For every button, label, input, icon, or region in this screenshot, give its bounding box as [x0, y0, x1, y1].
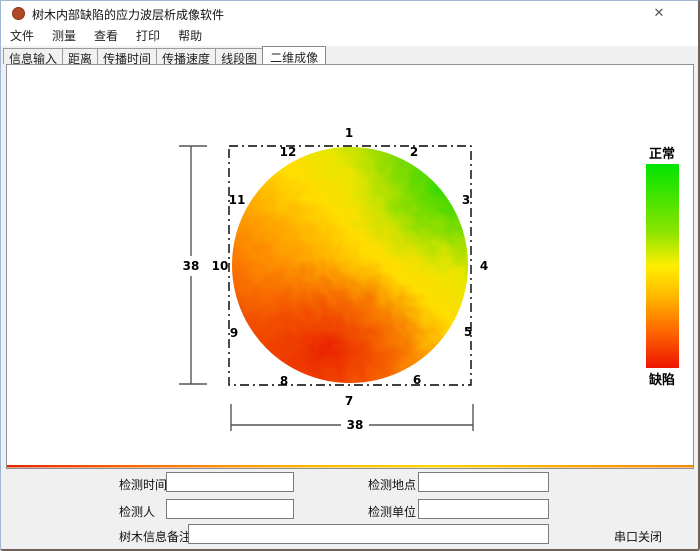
menu-bar: 文件 测量 查看 打印 帮助: [1, 25, 698, 46]
detect-unit-input[interactable]: [418, 499, 549, 519]
detect-time-label: 检测时间: [119, 476, 167, 493]
legend-normal-label: 正常: [649, 146, 675, 162]
menu-item-view[interactable]: 查看: [85, 25, 127, 46]
menu-item-help[interactable]: 帮助: [169, 25, 211, 46]
sensor-label-12: 12: [280, 145, 297, 159]
serial-port-status: 串口关闭: [614, 528, 662, 545]
detection-form: 检测时间 检测地点 检测人 检测单位 树木信息备注 串口关闭: [1, 469, 698, 551]
detect-place-label: 检测地点: [368, 476, 416, 493]
menu-item-measure[interactable]: 测量: [43, 25, 85, 46]
sensor-label-5: 5: [464, 325, 472, 339]
sensor-label-2: 2: [410, 145, 418, 159]
title-bar: 树木内部缺陷的应力波层析成像软件 ✕: [1, 1, 698, 25]
tab-bar: 信息输入 距离 传播时间 传播速度 线段图 二维成像: [1, 46, 698, 64]
sensor-label-9: 9: [230, 326, 238, 340]
tree-remarks-label: 树木信息备注: [119, 528, 191, 545]
detect-person-label: 检测人: [119, 503, 155, 520]
sensor-label-1: 1: [345, 126, 353, 140]
width-dimension-label: 38: [347, 418, 364, 432]
tomogram-image: 38 38 1 2 3 4 5 6 7 8 9 10 11: [7, 65, 693, 468]
sensor-label-8: 8: [280, 374, 288, 388]
sensor-label-10: 10: [212, 259, 229, 273]
detect-unit-label: 检测单位: [368, 503, 416, 520]
tab-propagation-time[interactable]: 传播时间: [97, 48, 157, 64]
legend-defect-label: 缺陷: [648, 372, 675, 388]
tab-distance[interactable]: 距离: [62, 48, 98, 64]
sensor-label-6: 6: [413, 373, 421, 387]
tomogram-canvas: 38 38 1 2 3 4 5 6 7 8 9 10 11: [6, 64, 694, 469]
sensor-label-11: 11: [229, 193, 246, 207]
tab-2d-imaging[interactable]: 二维成像: [262, 46, 326, 64]
tab-propagation-speed[interactable]: 传播速度: [156, 48, 216, 64]
menu-item-file[interactable]: 文件: [1, 25, 43, 46]
tree-remarks-input[interactable]: [188, 524, 549, 544]
menu-item-print[interactable]: 打印: [127, 25, 169, 46]
bottom-artifact-strip: [7, 465, 693, 468]
window-title: 树木内部缺陷的应力波层析成像软件: [32, 6, 224, 23]
legend-colorbar: [646, 164, 679, 368]
height-dimension-label: 38: [183, 259, 200, 273]
detect-person-input[interactable]: [166, 499, 294, 519]
close-icon[interactable]: ✕: [650, 5, 668, 22]
tomogram-disc: [201, 100, 551, 441]
detect-place-input[interactable]: [418, 472, 549, 492]
detect-time-input[interactable]: [166, 472, 294, 492]
sensor-label-3: 3: [462, 193, 470, 207]
app-window: 树木内部缺陷的应力波层析成像软件 ✕ 文件 测量 查看 打印 帮助 信息输入 距…: [0, 0, 700, 551]
tab-info-input[interactable]: 信息输入: [3, 48, 63, 64]
sensor-label-7: 7: [345, 394, 353, 408]
tab-line-graph[interactable]: 线段图: [215, 48, 263, 64]
app-icon: [12, 7, 25, 20]
sensor-label-4: 4: [480, 259, 488, 273]
